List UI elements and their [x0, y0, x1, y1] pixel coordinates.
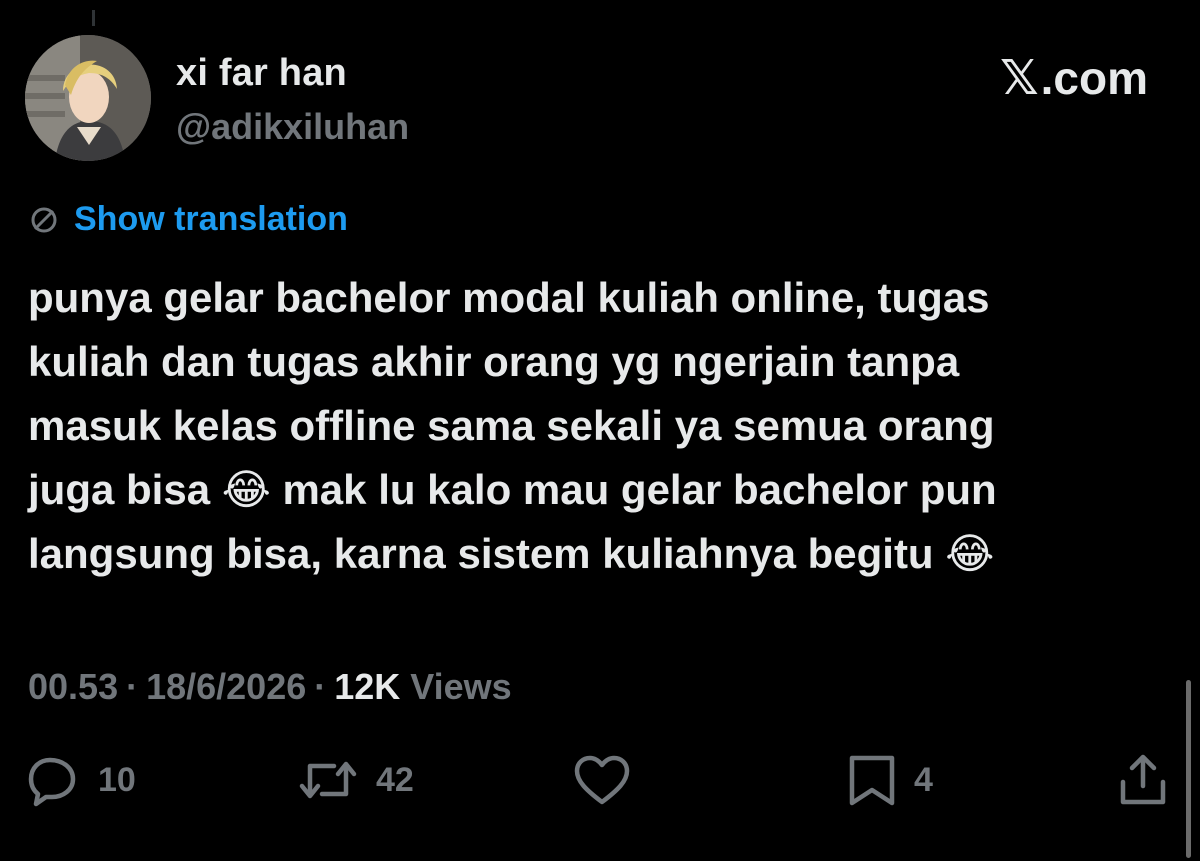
retweet-count: 42 — [376, 760, 414, 799]
scrollbar[interactable] — [1186, 680, 1191, 858]
like-button[interactable] — [572, 750, 632, 810]
tweet-time[interactable]: 00.53 — [28, 666, 118, 708]
globe-icon — [28, 204, 60, 236]
retweet-icon — [299, 761, 357, 799]
share-icon — [1120, 754, 1166, 805]
tweet-date[interactable]: 18/6/2026 — [146, 666, 306, 708]
bookmark-button[interactable]: 4 — [846, 750, 933, 810]
show-translation-link[interactable]: Show translation — [74, 200, 348, 239]
x-logo-icon: 𝕏 — [999, 50, 1039, 106]
reply-count: 10 — [98, 760, 136, 799]
tweet-text: punya gelar bachelor modal kuliah online… — [28, 274, 997, 577]
avatar[interactable] — [25, 35, 151, 161]
action-bar: 10 42 4 — [0, 750, 1200, 810]
heart-icon — [574, 755, 630, 805]
tweet-meta: 00.53 · 18/6/2026 · 12K Views — [28, 666, 512, 708]
bookmark-icon — [849, 755, 895, 806]
author-handle[interactable]: @adikxiluhan — [176, 106, 409, 148]
share-button[interactable] — [1118, 750, 1168, 810]
retweet-button[interactable]: 42 — [296, 750, 414, 810]
reply-icon — [28, 757, 76, 807]
x-com-logo: 𝕏 .com — [1000, 50, 1148, 106]
reply-button[interactable]: 10 — [26, 750, 136, 810]
meta-separator: · — [314, 666, 327, 707]
avatar-image — [25, 35, 151, 161]
views-count: 12K — [334, 666, 401, 707]
top-divider-tick — [92, 10, 95, 26]
translation-row[interactable]: Show translation — [28, 200, 348, 239]
views-label: Views — [410, 666, 512, 707]
meta-separator: · — [126, 666, 139, 707]
bookmark-count: 4 — [914, 760, 933, 799]
author-display-name[interactable]: xi far han — [176, 52, 347, 95]
brand-suffix: .com — [1040, 52, 1148, 104]
